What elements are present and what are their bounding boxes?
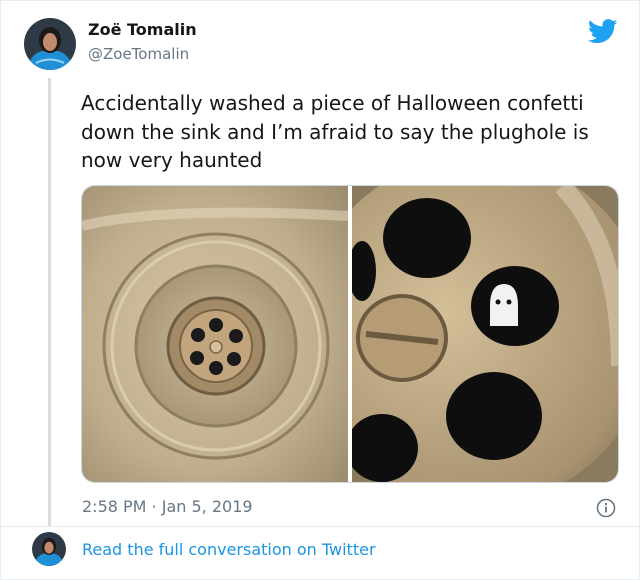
tweet-media[interactable] <box>81 185 619 483</box>
haunted-plughole-photo[interactable] <box>302 186 618 482</box>
author-handle[interactable]: @ZoeTomalin <box>88 45 189 63</box>
thread-line <box>48 78 51 526</box>
author-name[interactable]: Zoë Tomalin <box>88 20 197 39</box>
footer-avatar[interactable] <box>32 532 66 566</box>
twitter-bird-icon[interactable] <box>587 19 618 44</box>
info-icon[interactable] <box>596 498 616 518</box>
sink-drain-photo[interactable] <box>82 186 349 482</box>
tweet-timestamp[interactable]: 2:58 PM · Jan 5, 2019 <box>82 497 253 516</box>
read-conversation-link[interactable]: Read the full conversation on Twitter <box>82 540 376 559</box>
tweet-text: Accidentally washed a piece of Halloween… <box>81 91 589 172</box>
footer-divider <box>0 526 640 527</box>
author-avatar[interactable] <box>24 18 76 70</box>
